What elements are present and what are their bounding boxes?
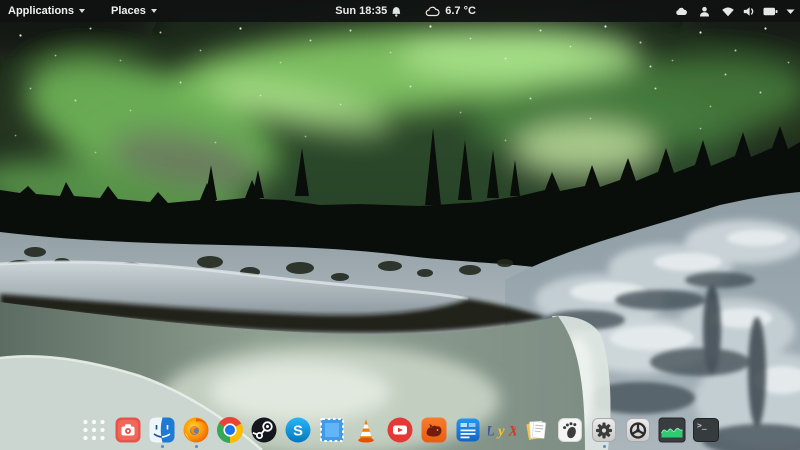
dock: S (0, 408, 800, 450)
terminal-prompt: >_ (697, 421, 707, 430)
wheel-app-icon (624, 416, 652, 444)
dock-item-document-app[interactable] (454, 416, 483, 448)
desktop: Applications Places Sun 18:35 6.7 °C (0, 0, 800, 450)
weather-indicator[interactable]: 6.7 °C (425, 5, 476, 17)
dock-item-vlc[interactable] (352, 416, 381, 448)
stamp-app-icon (318, 416, 346, 444)
document-app-icon (454, 416, 482, 444)
dock-item-gnome-tweaks[interactable] (556, 416, 585, 448)
terminal-icon: >_ (692, 416, 720, 444)
tray-person-icon[interactable] (698, 6, 711, 17)
file-manager-icon (148, 416, 176, 444)
dock-item-camera[interactable] (114, 416, 143, 448)
dock-item-files[interactable] (148, 416, 177, 448)
dock-item-lyx[interactable]: L y X (488, 416, 517, 448)
tray-cloud-icon[interactable] (675, 6, 688, 16)
clock-menu[interactable]: Sun 18:35 (335, 5, 401, 17)
dock-item-youtube[interactable] (386, 416, 415, 448)
lyx-letter-y: y (496, 424, 505, 440)
lyx-letter-x: X (507, 424, 516, 440)
system-status-menu[interactable] (721, 6, 795, 17)
system-monitor-icon (658, 416, 686, 444)
dock-item-settings[interactable] (590, 416, 619, 448)
chevron-down-icon (151, 9, 157, 13)
skype-icon: S (284, 416, 312, 444)
skype-letter: S (293, 423, 303, 440)
youtube-app-icon (386, 416, 414, 444)
temperature-label: 6.7 °C (445, 5, 476, 17)
volume-icon (743, 6, 755, 17)
wifi-icon (721, 6, 735, 17)
dock-item-app-grid[interactable] (80, 416, 109, 448)
dock-item-fox-app[interactable] (420, 416, 449, 448)
gnome-foot-icon (556, 416, 584, 444)
clock-label: Sun 18:35 (335, 5, 387, 17)
steam-icon (250, 416, 278, 444)
dock-item-system-monitor[interactable] (658, 416, 687, 448)
lyx-letter-l: L (488, 424, 495, 440)
places-menu[interactable]: Places (111, 5, 157, 17)
battery-icon (763, 6, 778, 17)
chevron-down-icon (786, 8, 795, 15)
dock-item-notes[interactable] (522, 416, 551, 448)
dock-item-terminal[interactable]: >_ (692, 416, 721, 448)
firefox-browser-icon (182, 416, 210, 444)
dock-item-stamp[interactable] (318, 416, 347, 448)
notes-app-icon (522, 416, 550, 444)
settings-gear-icon (590, 416, 618, 444)
fox-app-icon (420, 416, 448, 444)
applications-menu[interactable]: Applications (8, 5, 85, 17)
dock-item-steam[interactable] (250, 416, 279, 448)
notification-bell-icon (391, 6, 401, 17)
dock-item-firefox[interactable] (182, 416, 211, 448)
chrome-browser-icon (216, 416, 244, 444)
chevron-down-icon (79, 9, 85, 13)
camera-app-icon (114, 416, 142, 444)
applications-menu-label: Applications (8, 5, 74, 17)
weather-cloud-icon (425, 6, 440, 17)
svg-text:L y X: L y X (488, 424, 516, 440)
dock-item-chrome[interactable] (216, 416, 245, 448)
app-grid-icon (80, 416, 108, 444)
wallpaper (0, 0, 800, 450)
lyx-editor-icon: L y X (488, 416, 516, 444)
top-bar: Applications Places Sun 18:35 6.7 °C (0, 0, 800, 22)
vlc-player-icon (352, 416, 380, 444)
places-menu-label: Places (111, 5, 146, 17)
dock-item-wheel-app[interactable] (624, 416, 653, 448)
dock-item-skype[interactable]: S (284, 416, 313, 448)
